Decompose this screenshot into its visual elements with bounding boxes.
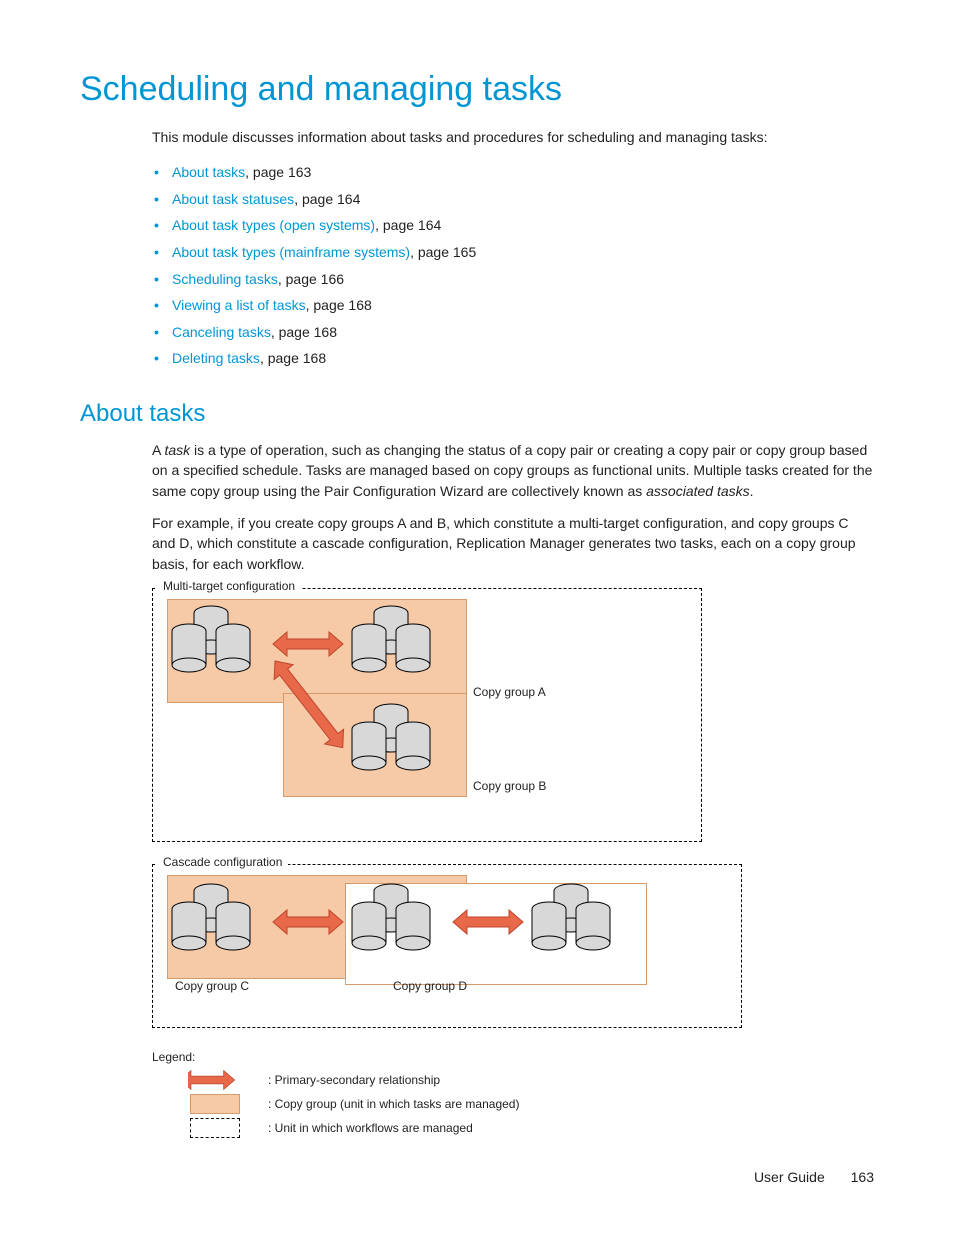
legend-copygroup-text: : Copy group (unit in which tasks are ma… — [268, 1097, 519, 1111]
toc-link-about-task-types-open[interactable]: About task types (open systems) — [172, 217, 375, 233]
legend-primary-text: : Primary-secondary relationship — [268, 1073, 440, 1087]
toc-item: About tasks, page 163 — [172, 159, 874, 186]
document-page: Scheduling and managing tasks This modul… — [0, 0, 954, 1235]
toc-list: About tasks, page 163 About task statuse… — [80, 159, 874, 372]
para1-em-task: task — [164, 442, 190, 458]
toc-suffix: , page 164 — [294, 191, 360, 207]
toc-link-canceling-tasks[interactable]: Canceling tasks — [172, 324, 271, 340]
cascade-svg — [153, 865, 713, 995]
toc-item: About task statuses, page 164 — [172, 186, 874, 213]
double-arrow-icon — [180, 1070, 250, 1090]
toc-suffix: , page 168 — [306, 297, 372, 313]
page-footer: User Guide 163 — [754, 1169, 874, 1185]
toc-suffix: , page 168 — [260, 350, 326, 366]
toc-link-deleting-tasks[interactable]: Deleting tasks — [172, 350, 260, 366]
toc-link-about-task-types-mainframe[interactable]: About task types (mainframe systems) — [172, 244, 410, 260]
para1-pre: A — [152, 442, 164, 458]
legend-workflow-text: : Unit in which workflows are managed — [268, 1121, 473, 1135]
footer-page-number: 163 — [851, 1169, 874, 1185]
page-title: Scheduling and managing tasks — [80, 70, 874, 109]
toc-suffix: , page 163 — [245, 164, 311, 180]
para1-post: . — [750, 483, 754, 499]
toc-item: Viewing a list of tasks, page 168 — [172, 292, 874, 319]
toc-link-about-task-statuses[interactable]: About task statuses — [172, 191, 294, 207]
legend-row-copygroup: : Copy group (unit in which tasks are ma… — [152, 1094, 874, 1114]
dashed-box-icon — [180, 1118, 250, 1138]
toc-item: About task types (open systems), page 16… — [172, 212, 874, 239]
footer-label: User Guide — [754, 1169, 825, 1185]
diagram-container: Multi-target configuration Copy group A … — [80, 588, 874, 1138]
about-tasks-paragraph-2: For example, if you create copy groups A… — [80, 513, 874, 574]
legend-row-primary: : Primary-secondary relationship — [152, 1070, 874, 1090]
cascade-box: Cascade configuration Copy group C Copy … — [152, 864, 742, 1028]
toc-item: Canceling tasks, page 168 — [172, 319, 874, 346]
toc-suffix: , page 166 — [278, 271, 344, 287]
toc-item: About task types (mainframe systems), pa… — [172, 239, 874, 266]
toc-suffix: , page 164 — [375, 217, 441, 233]
copygroup-swatch-icon — [180, 1094, 250, 1114]
legend-title: Legend: — [152, 1050, 874, 1064]
toc-link-about-tasks[interactable]: About tasks — [172, 164, 245, 180]
para1-em-associated-tasks: associated tasks — [646, 483, 750, 499]
toc-item: Deleting tasks, page 168 — [172, 345, 874, 372]
toc-item: Scheduling tasks, page 166 — [172, 266, 874, 293]
para1-mid: is a type of operation, such as changing… — [152, 442, 872, 499]
intro-paragraph: This module discusses information about … — [80, 127, 874, 147]
toc-link-scheduling-tasks[interactable]: Scheduling tasks — [172, 271, 278, 287]
legend-row-workflow: : Unit in which workflows are managed — [152, 1118, 874, 1138]
multi-target-box: Multi-target configuration Copy group A … — [152, 588, 702, 842]
toc-suffix: , page 168 — [271, 324, 337, 340]
toc-suffix: , page 165 — [410, 244, 476, 260]
legend: Legend: : Primary-secondary relationship… — [152, 1050, 874, 1138]
section-heading-about-tasks: About tasks — [80, 400, 874, 428]
about-tasks-paragraph-1: A task is a type of operation, such as c… — [80, 440, 874, 501]
multi-target-svg — [153, 589, 673, 809]
toc-link-viewing-list[interactable]: Viewing a list of tasks — [172, 297, 306, 313]
